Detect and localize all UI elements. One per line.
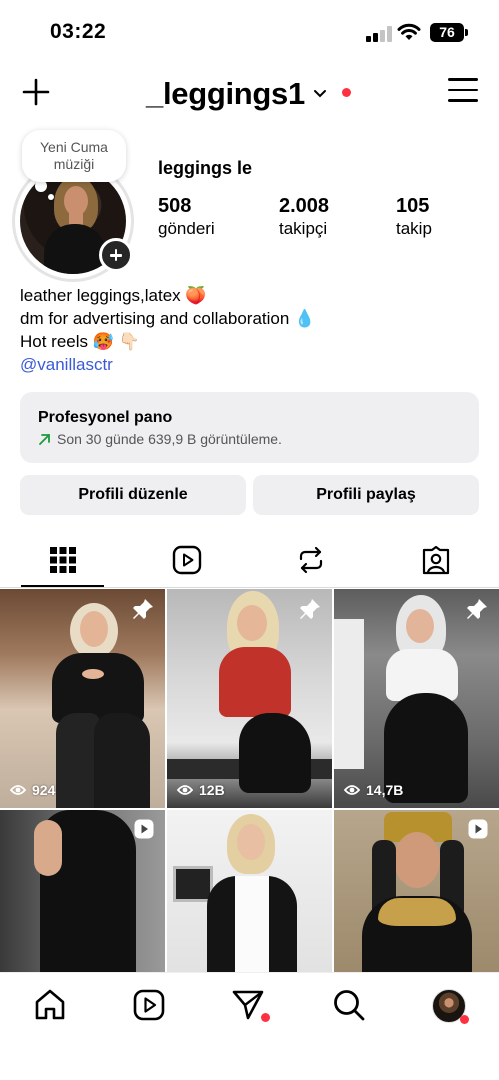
pro-dashboard-subtitle: Son 30 günde 639,9 B görüntüleme. bbox=[38, 429, 461, 449]
professional-dashboard[interactable]: Profesyonel pano Son 30 günde 639,9 B gö… bbox=[20, 392, 479, 463]
reels-icon bbox=[172, 545, 202, 575]
account-switcher[interactable]: _leggings1 bbox=[146, 74, 327, 114]
eye-icon bbox=[344, 785, 360, 795]
stat-following[interactable]: 105 takip bbox=[396, 194, 432, 240]
stat-following-value: 105 bbox=[396, 195, 430, 217]
bio-line: leather leggings,latex 🍑 bbox=[20, 286, 207, 305]
post-thumbnail[interactable]: 924 bbox=[0, 589, 165, 808]
reel-icon bbox=[134, 819, 154, 839]
note-bubble[interactable]: Yeni Cuma müziği bbox=[22, 130, 126, 182]
pro-dashboard-title: Profesyonel pano bbox=[38, 409, 173, 426]
bio: leather leggings,latex 🍑 dm for advertis… bbox=[20, 284, 315, 376]
eye-icon bbox=[177, 785, 193, 795]
bio-line: dm for advertising and collaboration 💧 bbox=[20, 309, 316, 328]
status-time: 03:22 bbox=[50, 20, 107, 43]
status-bar: 03:22 76 bbox=[0, 0, 499, 62]
tab-tagged[interactable] bbox=[394, 536, 477, 586]
posts-grid: 924 12B 14,7B bbox=[0, 589, 499, 972]
bio-link[interactable]: @vanillasctr bbox=[20, 353, 315, 376]
post-thumbnail[interactable] bbox=[0, 810, 165, 972]
post-thumbnail[interactable] bbox=[167, 810, 332, 972]
reels-icon[interactable] bbox=[131, 987, 167, 1023]
profile-tabs bbox=[0, 536, 499, 588]
view-count: 14,7B bbox=[344, 782, 403, 798]
post-thumbnail[interactable]: 12B bbox=[167, 589, 332, 808]
notification-dot bbox=[460, 1015, 469, 1024]
wifi-icon bbox=[397, 23, 421, 40]
username: _leggings1 bbox=[146, 76, 305, 111]
search-icon[interactable] bbox=[331, 987, 367, 1023]
bottom-nav bbox=[0, 972, 499, 1080]
profile-header: _leggings1 bbox=[0, 62, 499, 124]
view-count-value: 924 bbox=[32, 782, 56, 798]
note-text: Yeni Cuma müziği bbox=[40, 139, 108, 172]
chevron-down-icon bbox=[313, 90, 326, 98]
notification-dot bbox=[342, 88, 351, 97]
view-count-value: 14,7B bbox=[366, 782, 404, 798]
plus-icon[interactable] bbox=[20, 76, 52, 108]
tab-grid[interactable] bbox=[21, 536, 104, 587]
tab-reposts[interactable] bbox=[269, 536, 352, 586]
add-story-icon[interactable] bbox=[99, 238, 133, 272]
display-name: leggings le bbox=[158, 158, 253, 178]
stat-posts[interactable]: 508 gönderi bbox=[158, 194, 215, 240]
stat-posts-label: gönderi bbox=[158, 219, 215, 238]
hamburger-menu-icon[interactable] bbox=[448, 78, 478, 104]
grid-icon bbox=[50, 547, 76, 573]
note-bubble-tail-small bbox=[48, 194, 54, 200]
bio-line: Hot reels 🥵 👇🏻 bbox=[20, 332, 140, 351]
pro-dashboard-views: Son 30 günde 639,9 B görüntüleme. bbox=[57, 431, 282, 447]
post-thumbnail[interactable]: 14,7B bbox=[334, 589, 499, 808]
home-icon[interactable] bbox=[32, 987, 68, 1023]
share-profile-button[interactable]: Profili paylaş bbox=[253, 475, 479, 515]
cellular-signal-icon bbox=[366, 26, 392, 42]
up-right-arrow-icon bbox=[39, 433, 50, 445]
tagged-icon bbox=[422, 545, 450, 575]
reel-icon bbox=[468, 819, 488, 839]
post-thumbnail[interactable] bbox=[334, 810, 499, 972]
view-count: 12B bbox=[177, 782, 225, 798]
notification-dot bbox=[261, 1013, 270, 1022]
tab-reels[interactable] bbox=[145, 536, 228, 586]
stat-followers[interactable]: 2.008 takipçi bbox=[279, 194, 329, 240]
eye-icon bbox=[10, 785, 26, 795]
stat-followers-label: takipçi bbox=[279, 219, 328, 238]
battery-nub bbox=[465, 29, 468, 36]
pin-icon bbox=[467, 599, 487, 619]
battery-icon: 76 bbox=[430, 23, 464, 42]
pin-icon bbox=[133, 599, 153, 619]
reposts-icon bbox=[299, 546, 323, 574]
edit-profile-button[interactable]: Profili düzenle bbox=[20, 475, 246, 515]
stat-posts-value: 508 bbox=[158, 195, 192, 217]
stat-following-label: takip bbox=[396, 219, 432, 238]
stat-followers-value: 2.008 bbox=[279, 195, 330, 217]
pin-icon bbox=[300, 599, 320, 619]
view-count-value: 12B bbox=[199, 782, 225, 798]
view-count: 924 bbox=[10, 782, 55, 798]
